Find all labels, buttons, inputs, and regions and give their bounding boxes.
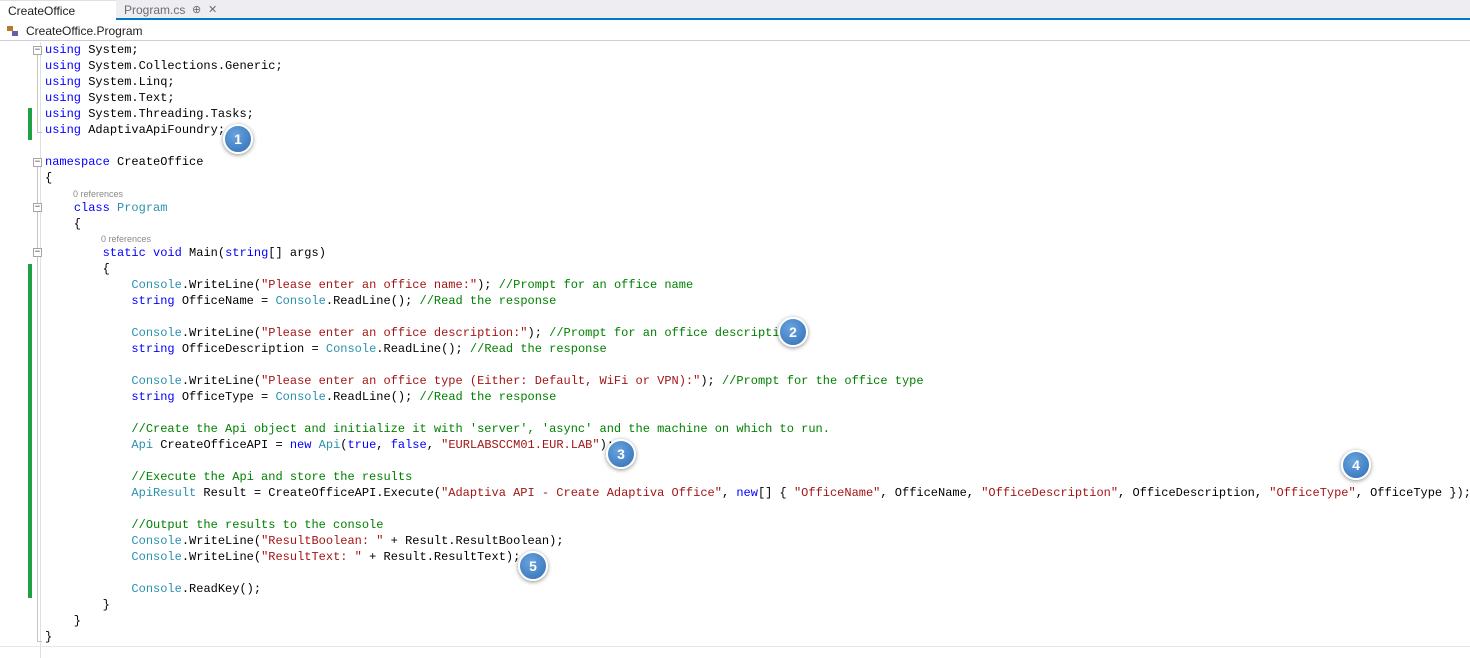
callout-badge-5: 5 bbox=[518, 551, 548, 581]
tab-program-cs-label: Program.cs bbox=[124, 3, 186, 17]
code-line-31: Console.WriteLine("ResultText: " + Resul… bbox=[131, 550, 521, 564]
navigation-bar: CreateOffice.Program bbox=[0, 22, 1470, 41]
references-codelens[interactable]: 0 references bbox=[73, 187, 123, 201]
code-line-8: namespace CreateOffice bbox=[45, 155, 204, 169]
class-dropdown[interactable]: CreateOffice.Program bbox=[6, 23, 143, 39]
code-line-26: //Execute the Api and store the results bbox=[131, 470, 413, 484]
fold-guide bbox=[37, 55, 38, 132]
change-indicator bbox=[28, 108, 32, 140]
change-indicator bbox=[28, 264, 32, 598]
code-line-23: //Create the Api object and initialize i… bbox=[131, 422, 830, 436]
code-line-10: class Program bbox=[73, 201, 168, 215]
pin-icon[interactable]: ⊕ bbox=[192, 0, 201, 20]
gutter-divider bbox=[40, 42, 41, 658]
code-line-35: } bbox=[45, 614, 82, 628]
close-icon[interactable]: ✕ bbox=[208, 0, 217, 20]
code-line-5: using System.Threading.Tasks; bbox=[45, 107, 254, 121]
code-line-1: using System; bbox=[45, 43, 139, 57]
collapse-icon[interactable]: − bbox=[33, 46, 42, 55]
collapse-icon[interactable]: − bbox=[33, 248, 42, 257]
code-line-27: ApiResult Result = CreateOfficeAPI.Execu… bbox=[131, 486, 1470, 500]
class-icon bbox=[6, 25, 20, 37]
tab-createoffice[interactable]: CreateOffice bbox=[0, 0, 116, 20]
code-line-15: string OfficeName = Console.ReadLine(); … bbox=[131, 294, 557, 308]
tab-program-cs[interactable]: Program.cs ⊕ ✕ bbox=[116, 0, 226, 20]
code-line-36: } bbox=[45, 630, 53, 644]
fold-guide bbox=[37, 167, 38, 641]
code-editor[interactable]: − − − − using System; using System.Colle… bbox=[0, 42, 1470, 658]
callout-badge-4: 4 bbox=[1341, 450, 1371, 480]
code-line-18: string OfficeDescription = Console.ReadL… bbox=[131, 342, 607, 356]
code-line-9: { bbox=[45, 171, 53, 185]
collapse-icon[interactable]: − bbox=[33, 158, 42, 167]
code-line-24: Api CreateOfficeAPI = new Api(true, fals… bbox=[131, 438, 614, 452]
code-line-29: //Output the results to the console bbox=[131, 518, 384, 532]
editor-bottom-edge bbox=[0, 646, 1470, 647]
callout-badge-2: 2 bbox=[778, 317, 808, 347]
code-line-17: Console.WriteLine("Please enter an offic… bbox=[131, 326, 794, 340]
code-line-30: Console.WriteLine("ResultBoolean: " + Re… bbox=[131, 534, 564, 548]
fold-guide-end bbox=[37, 641, 42, 642]
class-dropdown-label: CreateOffice.Program bbox=[26, 24, 143, 38]
document-tab-bar: CreateOffice Program.cs ⊕ ✕ bbox=[0, 0, 1470, 20]
code-line-34: } bbox=[45, 598, 110, 612]
callout-badge-3: 3 bbox=[606, 439, 636, 469]
fold-guide-end bbox=[37, 132, 42, 133]
code-line-4: using System.Text; bbox=[45, 91, 175, 105]
code-line-11: { bbox=[45, 217, 82, 231]
code-line-2: using System.Collections.Generic; bbox=[45, 59, 283, 73]
code-line-3: using System.Linq; bbox=[45, 75, 175, 89]
code-line-20: Console.WriteLine("Please enter an offic… bbox=[131, 374, 924, 388]
tab-createoffice-label: CreateOffice bbox=[8, 4, 76, 18]
callout-badge-1: 1 bbox=[223, 124, 253, 154]
code-line-6: using AdaptivaApiFoundry; bbox=[45, 123, 226, 137]
code-line-12: static void Main(string[] args) bbox=[102, 246, 326, 260]
code-line-33: Console.ReadKey(); bbox=[131, 582, 262, 596]
references-codelens[interactable]: 0 references bbox=[101, 232, 151, 246]
code-line-21: string OfficeType = Console.ReadLine(); … bbox=[131, 390, 557, 404]
collapse-icon[interactable]: − bbox=[33, 203, 42, 212]
code-line-14: Console.WriteLine("Please enter an offic… bbox=[131, 278, 694, 292]
code-line-13: { bbox=[45, 262, 110, 276]
